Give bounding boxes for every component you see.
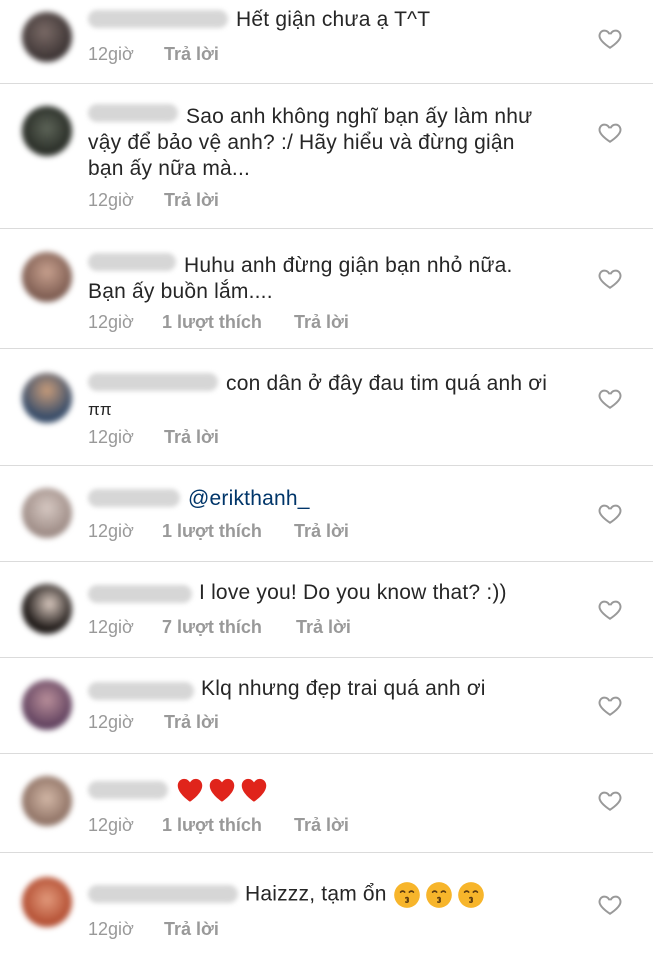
comment-text: Hết giận chưa ạ T^T — [236, 7, 430, 33]
reply-button[interactable]: Trả lời — [164, 712, 219, 733]
avatar[interactable] — [22, 776, 72, 826]
comment-item: con dân ở đây đau tim quá anh ơi ππ 12gi… — [0, 349, 653, 466]
comment-meta: 12giờ 1 lượt thích Trả lời — [88, 815, 349, 836]
avatar[interactable] — [22, 252, 72, 302]
reply-button[interactable]: Trả lời — [164, 427, 219, 448]
comment-text: I love you! Do you know that? :)) — [199, 580, 507, 606]
comment-item: Hết giận chưa ạ T^T 12giờ Trả lời — [0, 0, 653, 84]
comment-time: 12giờ — [88, 44, 134, 64]
comment-meta: 12giờ Trả lời — [88, 919, 219, 940]
comment-item: I love you! Do you know that? :)) 12giờ … — [0, 562, 653, 658]
like-count-button[interactable]: 1 lượt thích — [162, 815, 262, 836]
username-blurred[interactable] — [88, 781, 168, 799]
reply-button[interactable]: Trả lời — [294, 312, 349, 333]
reply-button[interactable]: Trả lời — [164, 919, 219, 940]
comment-item: Klq nhưng đẹp trai quá anh ơi 12giờ Trả … — [0, 658, 653, 754]
avatar[interactable] — [22, 373, 72, 423]
kissing-face-emoji — [425, 882, 452, 908]
comment-text: Sao anh không nghĩ bạn ấy làm như vậy để… — [88, 104, 532, 182]
heart-icon[interactable] — [597, 119, 623, 145]
comment-meta: 12giờ Trả lời — [88, 190, 219, 211]
heart-icon[interactable] — [597, 596, 623, 622]
comment-meta: 12giờ Trả lời — [88, 427, 219, 448]
comment-text-line: con dân ở đây đau tim quá anh ơi — [226, 372, 548, 395]
kissing-face-emoji — [393, 882, 420, 908]
comment-text-line: Huhu anh đừng giận bạn nhỏ nữa. — [184, 254, 513, 277]
comment-text: con dân ở đây đau tim quá anh ơi ππ — [88, 371, 547, 423]
comment-time: 12giờ — [88, 427, 134, 447]
like-count-button[interactable]: 1 lượt thích — [162, 521, 262, 542]
comment-text-line: Sao anh không nghĩ bạn ấy làm như — [186, 105, 533, 128]
like-count-button[interactable]: 1 lượt thích — [162, 312, 262, 333]
avatar[interactable] — [22, 488, 72, 538]
comment-time: 12giờ — [88, 712, 134, 732]
comment-text-line: Hết giận chưa ạ T^T — [236, 8, 431, 31]
avatar[interactable] — [22, 877, 72, 927]
mention-link[interactable]: @erikthanh_ — [188, 486, 310, 512]
heart-icon[interactable] — [597, 25, 623, 51]
comment-text-line: ππ — [88, 400, 112, 419]
heart-icon[interactable] — [597, 385, 623, 411]
heart-icon[interactable] — [597, 500, 623, 526]
reply-button[interactable]: Trả lời — [164, 44, 219, 65]
heart-icon[interactable] — [597, 787, 623, 813]
comment-meta: 12giờ Trả lời — [88, 44, 219, 65]
comment-time: 12giờ — [88, 521, 134, 541]
comment-text: @erikthanh_ — [188, 486, 310, 512]
like-count-button[interactable]: 7 lượt thích — [162, 617, 262, 638]
comment-text: Klq nhưng đẹp trai quá anh ơi — [201, 676, 486, 702]
comment-meta: 12giờ Trả lời — [88, 712, 219, 733]
avatar[interactable] — [22, 584, 72, 634]
avatar[interactable] — [22, 680, 72, 730]
username-blurred[interactable] — [88, 585, 192, 603]
comment-item: 12giờ 1 lượt thích Trả lời — [0, 754, 653, 853]
reply-button[interactable]: Trả lời — [294, 815, 349, 836]
reply-button[interactable]: Trả lời — [294, 521, 349, 542]
red-heart-emoji — [241, 779, 267, 803]
comment-item: @erikthanh_ 12giờ 1 lượt thích Trả lời — [0, 466, 653, 562]
heart-icon[interactable] — [597, 265, 623, 291]
comment-text: Huhu anh đừng giận bạn nhỏ nữa. Bạn ấy b… — [88, 253, 513, 305]
comment-time: 12giờ — [88, 617, 134, 637]
avatar[interactable] — [22, 106, 72, 156]
comment-meta: 12giờ 1 lượt thích Trả lời — [88, 521, 349, 542]
username-blurred[interactable] — [88, 682, 194, 700]
red-heart-emoji — [209, 779, 235, 803]
comment-item: Sao anh không nghĩ bạn ấy làm như vậy để… — [0, 84, 653, 229]
avatar[interactable] — [22, 12, 72, 62]
comment-text-line: Klq nhưng đẹp trai quá anh ơi — [201, 677, 486, 700]
comment-item: Huhu anh đừng giận bạn nhỏ nữa. Bạn ấy b… — [0, 229, 653, 349]
comment-text: Haizzz, tạm ổn — [245, 881, 485, 909]
red-heart-emoji — [177, 779, 203, 803]
comment-time: 12giờ — [88, 190, 134, 210]
comment-meta: 12giờ 7 lượt thích Trả lời — [88, 617, 351, 638]
comment-time: 12giờ — [88, 919, 134, 939]
reply-button[interactable]: Trả lời — [296, 617, 351, 638]
comment-text-line: Bạn ấy buồn lắm.... — [88, 280, 273, 303]
comment-time: 12giờ — [88, 815, 134, 835]
comment-time: 12giờ — [88, 312, 134, 332]
username-blurred[interactable] — [88, 489, 180, 507]
username-blurred[interactable] — [88, 10, 228, 28]
heart-icon[interactable] — [597, 891, 623, 917]
comment-text-line: I love you! Do you know that? :)) — [199, 581, 507, 604]
reply-button[interactable]: Trả lời — [164, 190, 219, 211]
kissing-face-emoji — [457, 882, 484, 908]
comment-text-line: bạn ấy nữa mà... — [88, 157, 251, 180]
comment-text-line: Haizzz, tạm ổn — [245, 882, 387, 906]
comment-text-line: vậy để bảo vệ anh? :/ Hãy hiểu và đừng g… — [88, 131, 515, 154]
username-blurred[interactable] — [88, 885, 238, 903]
heart-icon[interactable] — [597, 692, 623, 718]
comment-text — [176, 777, 268, 803]
comment-meta: 12giờ 1 lượt thích Trả lời — [88, 312, 349, 333]
comment-item: Haizzz, tạm ổn 12giờ Trả lời — [0, 853, 653, 960]
